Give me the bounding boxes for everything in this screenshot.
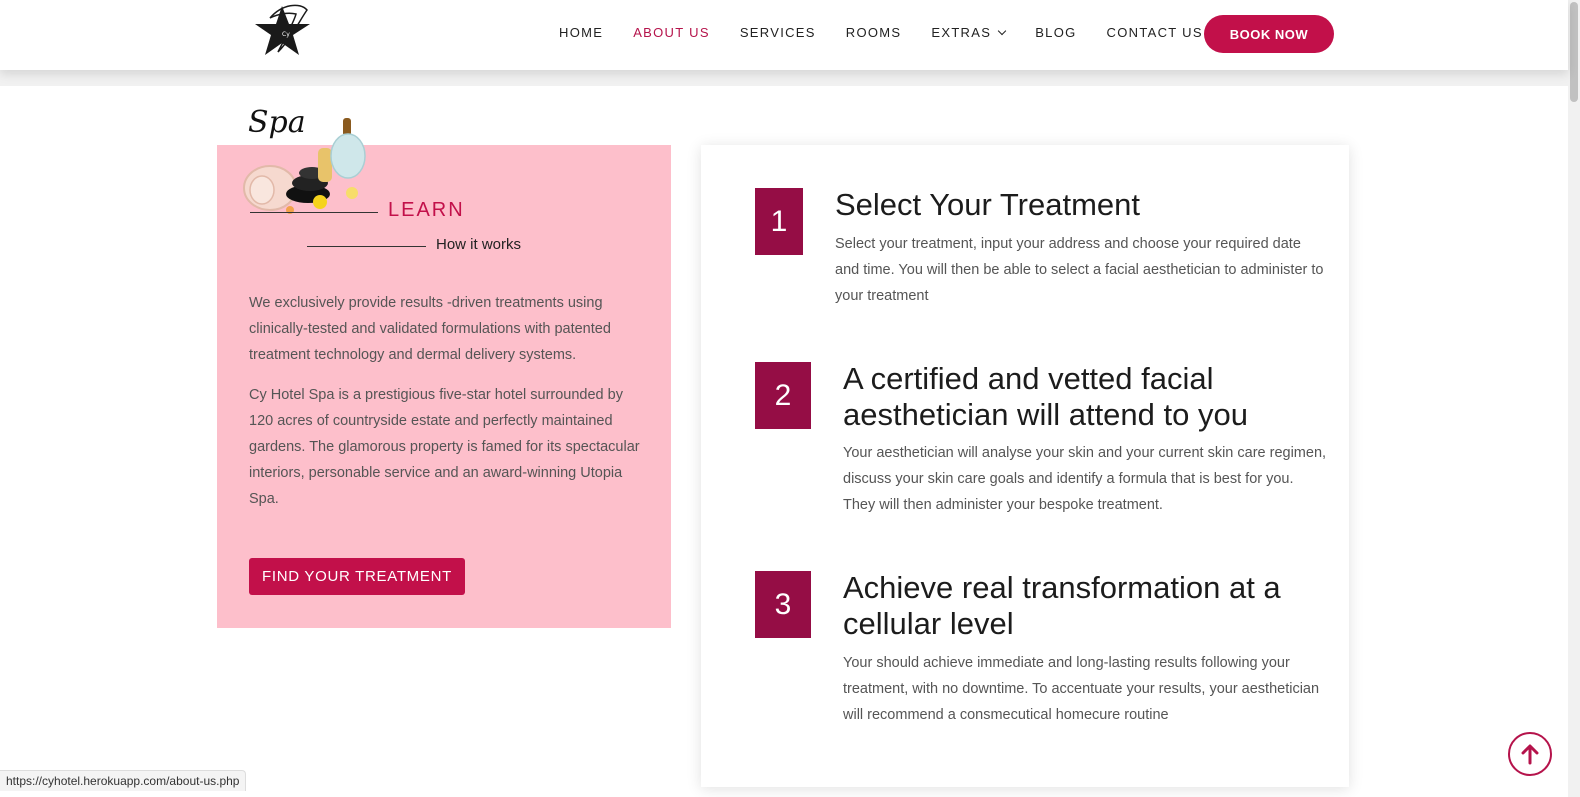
back-to-top-button[interactable]	[1508, 732, 1552, 776]
step-number-3: 3	[755, 571, 811, 638]
nav-extras-label: EXTRAS	[931, 25, 992, 40]
step-number-1: 1	[755, 188, 803, 255]
step-title-2: A certified and vetted facial aesthetici…	[843, 361, 1248, 432]
spa-illustration: Spa	[240, 98, 370, 216]
arrow-up-icon	[1521, 744, 1539, 765]
find-your-treatment-button[interactable]: FIND YOUR TREATMENT	[249, 558, 465, 595]
book-now-button[interactable]: BOOK NOW	[1204, 15, 1334, 53]
scrollbar-thumb[interactable]	[1570, 2, 1578, 102]
main-nav: HOME ABOUT US SERVICES ROOMS EXTRAS BLOG…	[559, 25, 1233, 40]
step-text-2: Your aesthetician will analyse your skin…	[843, 445, 1327, 513]
learn-paragraph-1: We exclusively provide results -driven t…	[249, 295, 611, 363]
step-text-3: Your should achieve immediate and long-l…	[843, 655, 1320, 723]
nav-extras[interactable]: EXTRAS	[931, 25, 1007, 40]
learn-divider-line	[250, 212, 378, 213]
how-it-works-subtitle: How it works	[436, 236, 522, 253]
svg-text:Cy: Cy	[282, 31, 290, 38]
nav-blog[interactable]: BLOG	[1035, 25, 1076, 40]
step-text-1: Select your treatment, input your addres…	[835, 236, 1324, 304]
status-bar-url: https://cyhotel.herokuapp.com/about-us.p…	[0, 770, 247, 791]
step-title-3: Achieve real transformation at a cellula…	[843, 570, 1281, 641]
nav-home[interactable]: HOME	[559, 25, 603, 40]
step-title-1: Select Your Treatment	[835, 187, 1141, 222]
nav-rooms[interactable]: ROOMS	[846, 25, 902, 40]
how-divider-line	[307, 246, 426, 247]
nav-about-us[interactable]: ABOUT US	[633, 25, 710, 40]
chevron-down-icon	[997, 26, 1007, 35]
nav-contact-us[interactable]: CONTACT US	[1107, 25, 1203, 40]
star-logo-icon[interactable]: Cy	[252, 0, 316, 62]
page-scrollbar[interactable]	[1568, 0, 1580, 797]
learn-paragraph-2: Cy Hotel Spa is a prestigious five-star …	[249, 387, 640, 507]
step-number-2: 2	[755, 362, 811, 429]
header-shadow-band	[0, 70, 1568, 86]
nav-services[interactable]: SERVICES	[740, 25, 816, 40]
spa-script-text: Spa	[248, 105, 306, 140]
learn-kicker: LEARN	[388, 199, 465, 221]
site-header: Cy HOME ABOUT US SERVICES ROOMS EXTRAS B…	[0, 0, 1568, 70]
